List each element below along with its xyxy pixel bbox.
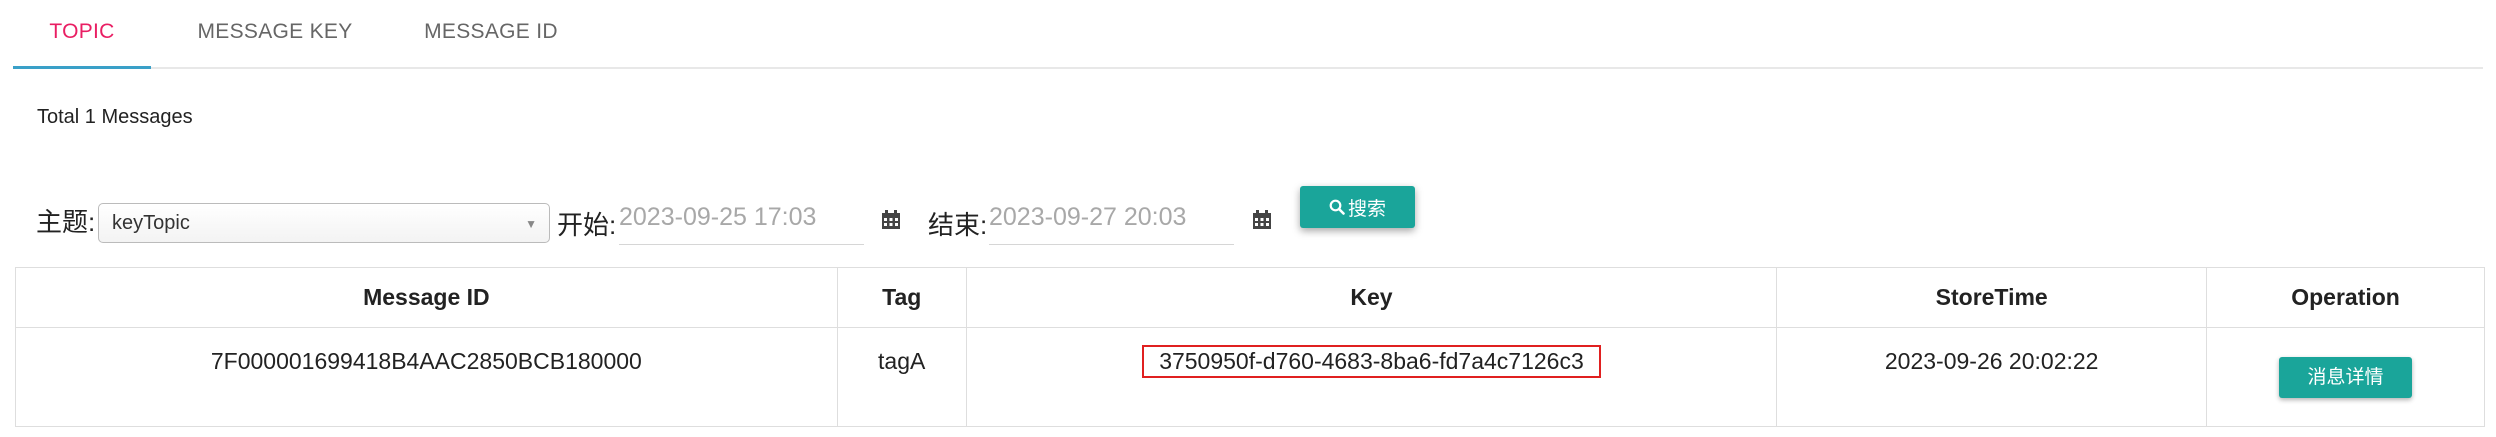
end-label: 结束: bbox=[928, 210, 988, 240]
total-messages-text: Total 1 Messages bbox=[37, 106, 193, 128]
column-header-tag: Tag bbox=[836, 267, 967, 328]
messages-table: Message ID Tag Key StoreTime Operation 7… bbox=[15, 267, 2485, 427]
column-header-message-id: Message ID bbox=[15, 267, 838, 328]
topic-select-value: keyTopic bbox=[112, 212, 190, 234]
calendar-icon[interactable] bbox=[881, 210, 901, 230]
topic-label: 主题: bbox=[36, 207, 96, 237]
start-label: 开始: bbox=[557, 210, 617, 240]
table-row: 7F000001699418B4AAC2850BCB180000 tagA 37… bbox=[15, 327, 2485, 427]
cell-message-id: 7F000001699418B4AAC2850BCB180000 bbox=[15, 327, 838, 427]
cell-key: 3750950f-d760-4683-8ba6-fd7a4c7126c3 bbox=[965, 327, 1778, 427]
column-header-operation: Operation bbox=[2206, 267, 2485, 328]
search-button-label: 搜索 bbox=[1347, 198, 1386, 220]
active-tab-indicator bbox=[13, 66, 151, 69]
tab-message-id[interactable]: MESSAGE ID bbox=[409, 0, 573, 69]
column-header-key: Key bbox=[965, 267, 1778, 328]
table-header-row: Message ID Tag Key StoreTime Operation bbox=[15, 267, 2485, 328]
highlighted-key: 3750950f-d760-4683-8ba6-fd7a4c7126c3 bbox=[1142, 345, 1601, 378]
chevron-down-icon: ▼ bbox=[525, 217, 537, 231]
tab-message-key[interactable]: MESSAGE KEY bbox=[185, 0, 365, 69]
calendar-icon[interactable] bbox=[1252, 210, 1272, 230]
tab-bar: TOPIC MESSAGE KEY MESSAGE ID bbox=[13, 0, 2483, 69]
end-date-input[interactable]: 2023-09-27 20:03 bbox=[989, 200, 1234, 245]
topic-select[interactable]: keyTopic ▼ bbox=[98, 203, 550, 243]
search-button[interactable]: 搜索 bbox=[1300, 186, 1415, 228]
tab-topic[interactable]: TOPIC bbox=[13, 0, 151, 69]
message-detail-button[interactable]: 消息详情 bbox=[2279, 357, 2413, 398]
cell-store-time: 2023-09-26 20:02:22 bbox=[1776, 327, 2208, 427]
search-icon bbox=[1329, 199, 1345, 215]
cell-operation: 消息详情 bbox=[2206, 327, 2485, 427]
cell-tag: tagA bbox=[836, 327, 967, 427]
start-date-input[interactable]: 2023-09-25 17:03 bbox=[619, 200, 864, 245]
column-header-store-time: StoreTime bbox=[1776, 267, 2208, 328]
